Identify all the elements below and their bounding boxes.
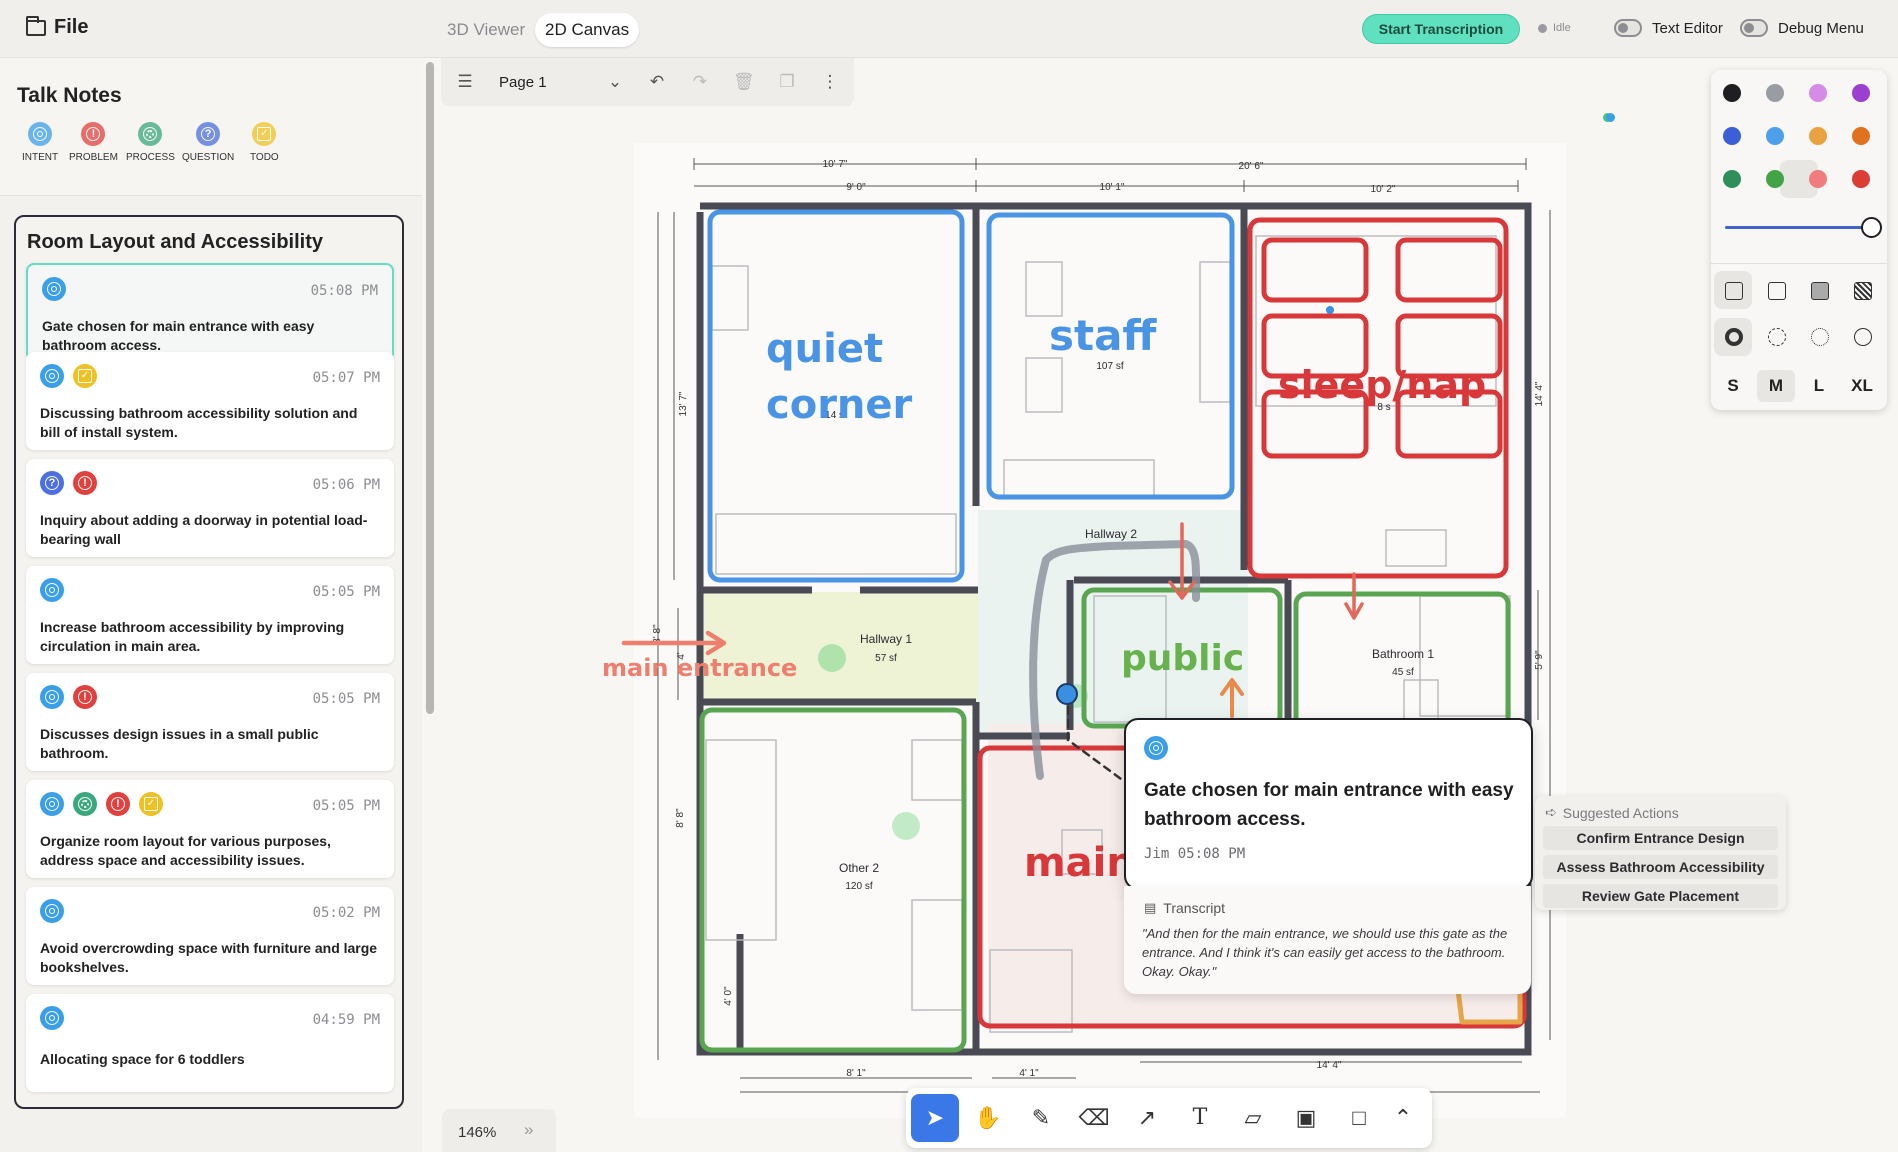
annotation-sleep-nap: sleep/nap	[1278, 363, 1486, 407]
color-swatch[interactable]	[1766, 84, 1784, 102]
dimension-label: 14' 4"	[1317, 1060, 1342, 1071]
color-swatch[interactable]	[1809, 127, 1827, 145]
dimension-label: 8' 1"	[846, 1068, 866, 1079]
chevron-up-icon[interactable]: ⌃	[1380, 1094, 1426, 1142]
color-swatch[interactable]	[1852, 127, 1870, 145]
annotation-quiet: quiet	[766, 326, 883, 372]
size-l-button[interactable]: L	[1800, 370, 1838, 402]
dimension-label: 20' 6"	[1239, 161, 1264, 172]
dimension-label: 10' 7"	[823, 159, 848, 170]
popover-meta: Jim 05:08 PM	[1144, 846, 1246, 862]
floor-plan: Hallway 2 Hallway 1 57 sf Bathroom 1 45 …	[602, 158, 1551, 1093]
rectangle-icon[interactable]: □	[1335, 1094, 1383, 1142]
room-label: Bathroom 1	[1372, 647, 1434, 661]
note-popover[interactable]: Gate chosen for main entrance with easy …	[1124, 718, 1533, 890]
zoom-level[interactable]: 146%	[458, 1124, 496, 1141]
color-swatch[interactable]	[1723, 170, 1741, 188]
hand-icon[interactable]: ✋	[964, 1094, 1012, 1142]
draw-style-icon[interactable]	[1725, 328, 1743, 346]
room-area: 57 sf	[875, 653, 897, 664]
annotation-staff: staff	[1049, 311, 1157, 360]
pencil-icon[interactable]: ✎	[1017, 1094, 1065, 1142]
dimension-label: 4' 1"	[1019, 1068, 1039, 1079]
note-anchor-pin[interactable]	[1056, 683, 1078, 705]
dimension-label: 3' 8"	[652, 624, 663, 644]
room-area: 107 sf	[1096, 361, 1123, 372]
image-icon[interactable]: ▣	[1282, 1094, 1330, 1142]
arrow-icon[interactable]: ↗	[1123, 1094, 1171, 1142]
transcript-panel: ▤ Transcript "And then for the main entra…	[1124, 886, 1531, 994]
popover-title: Gate chosen for main entrance with easy …	[1144, 780, 1514, 830]
size-m-button[interactable]: M	[1757, 370, 1795, 402]
dashed-style-icon[interactable]	[1768, 328, 1786, 346]
opacity-slider-track[interactable]	[1725, 226, 1871, 229]
style-panel: S M L XL	[1711, 70, 1887, 410]
fill-pattern-icon[interactable]	[1854, 282, 1872, 300]
suggestion-arrow-icon: ➪	[1545, 804, 1557, 820]
select-icon[interactable]: ➤	[911, 1094, 959, 1142]
room-area: 120 sf	[845, 881, 872, 892]
opacity-slider-knob[interactable]	[1861, 217, 1882, 238]
transcript-icon: ▤	[1144, 900, 1157, 915]
assess-bathroom-accessibility-button[interactable]: Assess Bathroom Accessibility	[1543, 855, 1778, 879]
dimension-label: 10' 1"	[1100, 182, 1125, 193]
fill-none-icon[interactable]	[1725, 282, 1743, 300]
heat-spot	[892, 812, 920, 840]
dimension-label: 13' 7"	[678, 391, 689, 416]
panel-divider	[1711, 263, 1887, 264]
double-chevron-right-icon[interactable]: »	[524, 1120, 533, 1140]
dotted-style-icon[interactable]	[1811, 328, 1829, 346]
crib-outline	[1395, 237, 1503, 303]
size-xl-button[interactable]: XL	[1843, 370, 1881, 402]
room-label: Hallway 1	[860, 632, 912, 646]
transcript-text: "And then for the main entrance, we shou…	[1142, 926, 1508, 979]
annotation-public: public	[1121, 638, 1244, 679]
collaborator-dot-icon	[1606, 113, 1615, 122]
color-swatch[interactable]	[1723, 127, 1741, 145]
dimension-label: 10' 2"	[1371, 184, 1396, 195]
suggested-actions-title: Suggested Actions	[1562, 804, 1679, 821]
color-swatch[interactable]	[1852, 170, 1870, 188]
room-label: Other 2	[839, 861, 879, 875]
bathroom-1-outline	[1293, 591, 1511, 733]
color-swatch[interactable]	[1809, 84, 1827, 102]
dimension-label: 5' 9"	[1534, 650, 1545, 670]
color-swatch[interactable]	[1852, 84, 1870, 102]
dimension-label: 14' 4"	[1534, 381, 1545, 406]
intent-icon	[1144, 736, 1168, 760]
color-swatch[interactable]	[1766, 127, 1784, 145]
review-gate-placement-button[interactable]: Review Gate Placement	[1543, 884, 1778, 908]
transcript-label: Transcript	[1163, 900, 1226, 916]
text-icon[interactable]: T	[1176, 1094, 1224, 1142]
room-area: 45 sf	[1392, 667, 1414, 678]
annotation-corner: corner	[766, 382, 913, 428]
heat-spot	[818, 644, 846, 672]
dimension-label: 8' 8"	[675, 808, 686, 828]
annotation-main-entrance: main entrance	[602, 654, 797, 682]
dimension-label: 9' 0"	[846, 182, 866, 193]
fill-solid-icon[interactable]	[1811, 282, 1829, 300]
crib-outline	[1261, 237, 1369, 303]
size-s-button[interactable]: S	[1714, 370, 1752, 402]
fill-semi-icon[interactable]	[1768, 282, 1786, 300]
color-swatch[interactable]	[1809, 170, 1827, 188]
color-swatch[interactable]	[1766, 170, 1784, 188]
confirm-entrance-design-button[interactable]: Confirm Entrance Design	[1543, 826, 1778, 850]
note-icon[interactable]: ▱	[1229, 1094, 1277, 1142]
annotation-main: main	[1024, 840, 1135, 886]
blue-dot	[1326, 306, 1334, 314]
bottom-toolbar: ➤ ✋ ✎ ⌫ ↗ T ▱ ▣ □ ⌃	[906, 1088, 1432, 1148]
suggested-actions-panel: ➪ Suggested Actions Confirm Entrance Desi…	[1535, 796, 1786, 910]
eraser-icon[interactable]: ⌫	[1070, 1094, 1118, 1142]
room-label: Hallway 2	[1085, 527, 1137, 541]
color-swatch[interactable]	[1723, 84, 1741, 102]
dimension-label: 4' 0"	[723, 986, 734, 1006]
solid-style-icon[interactable]	[1854, 328, 1872, 346]
